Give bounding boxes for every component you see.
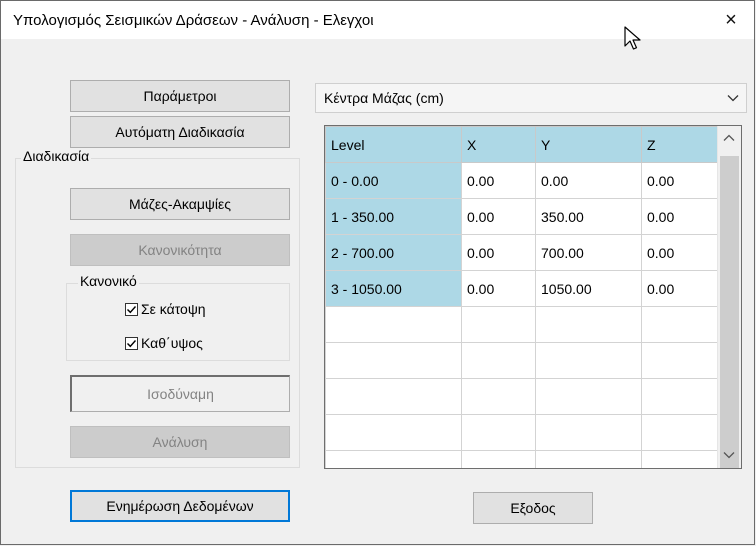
table-row-empty[interactable] [325, 306, 720, 343]
table-row-empty[interactable] [325, 378, 720, 415]
analysis-button[interactable]: Ανάλυση [70, 426, 290, 458]
table-row[interactable]: 3 - 1050.00 0.00 1050.00 0.00 [325, 270, 720, 307]
empty-cell[interactable] [535, 378, 642, 415]
cell-y[interactable]: 1050.00 [535, 270, 642, 307]
height-checkbox-row[interactable]: Καθ΄υψος [125, 335, 203, 351]
height-checkbox-label: Καθ΄υψος [141, 335, 203, 351]
plan-checkbox-row[interactable]: Σε κάτοψη [125, 301, 206, 317]
scrollbar-thumb[interactable] [720, 156, 739, 468]
regularity-button[interactable]: Κανονικότητα [70, 234, 290, 266]
empty-cell[interactable] [535, 414, 642, 451]
column-header-y[interactable]: Y [535, 126, 642, 163]
column-header-level[interactable]: Level [325, 126, 462, 163]
parameters-button[interactable]: Παράμετροι [70, 80, 290, 112]
cell-y[interactable]: 700.00 [535, 234, 642, 271]
empty-cell[interactable] [461, 306, 536, 343]
table-row-empty[interactable] [325, 414, 720, 451]
grid-table: Level X Y Z 0 - 0.00 0.00 0.00 0.00 1 - … [325, 126, 720, 468]
cell-z[interactable]: 0.00 [641, 198, 720, 235]
cell-level[interactable]: 1 - 350.00 [325, 198, 462, 235]
empty-cell[interactable] [461, 414, 536, 451]
window-title: Υπολογισμός Σεισμικών Δράσεων - Ανάλυση … [13, 12, 374, 29]
cell-y[interactable]: 350.00 [535, 198, 642, 235]
cell-z[interactable]: 0.00 [641, 234, 720, 271]
exit-button[interactable]: Εξοδος [473, 492, 593, 524]
empty-cell[interactable] [325, 378, 462, 415]
plan-checkbox-label: Σε κάτοψη [141, 301, 206, 317]
empty-cell[interactable] [325, 414, 462, 451]
cell-z[interactable]: 0.00 [641, 162, 720, 199]
empty-cell[interactable] [641, 306, 720, 343]
empty-cell[interactable] [535, 342, 642, 379]
empty-cell[interactable] [325, 306, 462, 343]
vertical-scrollbar[interactable] [717, 126, 741, 468]
cell-z[interactable]: 0.00 [641, 270, 720, 307]
chevron-down-icon [727, 95, 739, 102]
cell-level[interactable]: 2 - 700.00 [325, 234, 462, 271]
equivalent-field[interactable]: Ισοδύναμη [70, 375, 290, 412]
cell-x[interactable]: 0.00 [461, 234, 536, 271]
cell-x[interactable]: 0.00 [461, 162, 536, 199]
cell-x[interactable]: 0.00 [461, 270, 536, 307]
cell-level[interactable]: 3 - 1050.00 [325, 270, 462, 307]
mouse-cursor-icon [624, 26, 641, 50]
regular-group-label: Κανονικό [78, 273, 139, 289]
plan-checkbox[interactable] [125, 302, 138, 316]
empty-cell[interactable] [461, 450, 536, 468]
empty-cell[interactable] [641, 414, 720, 451]
auto-process-button[interactable]: Αυτόματη Διαδικασία [70, 116, 290, 148]
empty-cell[interactable] [325, 342, 462, 379]
table-row[interactable]: 2 - 700.00 0.00 700.00 0.00 [325, 234, 720, 271]
cell-level[interactable]: 0 - 0.00 [325, 162, 462, 199]
empty-cell[interactable] [461, 378, 536, 415]
chevron-down-icon[interactable] [722, 450, 736, 460]
data-grid[interactable]: Level X Y Z 0 - 0.00 0.00 0.00 0.00 1 - … [324, 125, 742, 469]
data-type-select-value: Κέντρα Μάζας (cm) [324, 90, 444, 106]
table-row[interactable]: 1 - 350.00 0.00 350.00 0.00 [325, 198, 720, 235]
masses-stiffness-button[interactable]: Μάζες-Ακαμψίες [70, 188, 290, 220]
empty-cell[interactable] [641, 342, 720, 379]
data-type-select[interactable]: Κέντρα Μάζας (cm) [315, 83, 747, 113]
update-data-button[interactable]: Ενημέρωση Δεδομένων [70, 490, 290, 522]
empty-cell[interactable] [461, 342, 536, 379]
height-checkbox[interactable] [125, 336, 138, 350]
empty-cell[interactable] [325, 450, 462, 468]
cell-x[interactable]: 0.00 [461, 198, 536, 235]
column-header-x[interactable]: X [461, 126, 536, 163]
chevron-up-icon[interactable] [722, 133, 736, 143]
column-header-z[interactable]: Z [641, 126, 720, 163]
grid-header-row: Level X Y Z [325, 126, 720, 163]
empty-cell[interactable] [535, 306, 642, 343]
table-row-empty[interactable] [325, 450, 720, 468]
table-row-empty[interactable] [325, 342, 720, 379]
checkmark-icon [127, 305, 137, 313]
empty-cell[interactable] [641, 378, 720, 415]
table-row[interactable]: 0 - 0.00 0.00 0.00 0.00 [325, 162, 720, 199]
close-button[interactable]: × [708, 1, 754, 39]
checkmark-icon [127, 339, 137, 347]
empty-cell[interactable] [535, 450, 642, 468]
process-group-label: Διαδικασία [21, 148, 92, 164]
empty-cell[interactable] [641, 450, 720, 468]
cell-y[interactable]: 0.00 [535, 162, 642, 199]
